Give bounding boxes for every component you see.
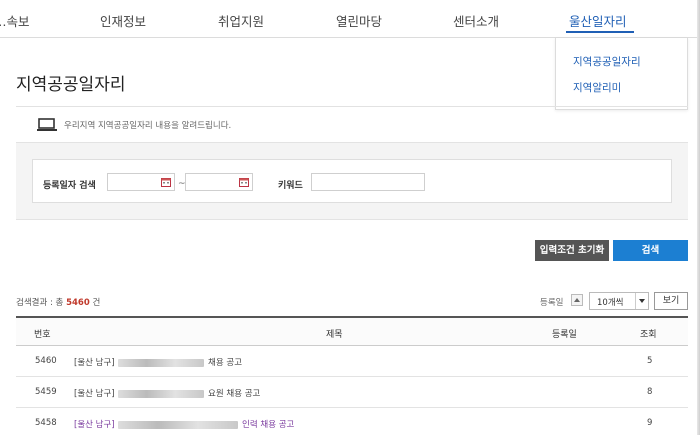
header-date: 등록일 <box>552 330 577 340</box>
row-title-link[interactable]: [울산 남구] 요원 채용 공고 <box>74 387 260 399</box>
row-views: 5 <box>647 356 653 366</box>
nav-item-talent-info[interactable]: 인재정보 <box>100 11 146 30</box>
calendar-icon[interactable] <box>161 177 171 187</box>
row-title-link[interactable]: [울산 남구] 채용 공고 <box>74 356 242 368</box>
info-text: 우리지역 지역공공일자리 내용을 알려드립니다. <box>64 121 232 131</box>
date-from-field[interactable] <box>107 173 175 195</box>
header-title: 제목 <box>326 330 343 340</box>
active-nav-underline <box>566 31 634 33</box>
nav-dropdown-menu: 지역공공일자리 지역알리미 <box>555 38 688 110</box>
row-title-link[interactable]: [울산 남구] 인력 채용 공고 <box>74 418 294 430</box>
date-to-field[interactable] <box>185 173 253 195</box>
table-row[interactable]: 5459 [울산 남구] 요원 채용 공고 8 <box>16 377 688 408</box>
view-button[interactable]: 보기 <box>654 292 688 310</box>
monitor-icon <box>37 118 57 131</box>
search-button[interactable]: 검색 <box>613 240 688 261</box>
sort-label: 등록일 <box>540 298 564 308</box>
nav-item-ulsan-jobs[interactable]: 울산일자리 <box>569 11 627 30</box>
search-panel: 등록일자 검색 ~ 키워드 <box>16 142 688 220</box>
per-page-select[interactable]: 10개씩 <box>589 292 649 310</box>
chevron-down-icon <box>639 299 645 303</box>
redacted-text <box>118 358 205 367</box>
nav-item-center-intro[interactable]: 센터소개 <box>453 11 499 30</box>
table-header: 번호 제목 등록일 조회 <box>16 316 688 346</box>
header-number: 번호 <box>34 330 51 340</box>
page-title: 지역공공일자리 <box>16 75 126 95</box>
title-divider <box>16 106 688 107</box>
date-search-label: 등록일자 검색 <box>43 181 96 191</box>
results-table: 번호 제목 등록일 조회 5460 [울산 남구] 채용 공고 5 5459 [… <box>16 316 688 435</box>
keyword-input[interactable] <box>312 179 424 195</box>
keyword-field[interactable] <box>311 173 425 195</box>
nav-item-job-support[interactable]: 취업지원 <box>218 11 264 30</box>
nav-item-news[interactable]: …속보 <box>0 11 30 30</box>
result-count-number: 5460 <box>66 298 90 308</box>
redacted-text <box>118 389 205 398</box>
result-count-prefix: 검색결과 : 총 <box>16 298 64 308</box>
calendar-icon[interactable] <box>239 177 249 187</box>
header-views: 조회 <box>640 330 657 340</box>
row-number: 5460 <box>35 356 57 366</box>
nav-item-open-forum[interactable]: 열린마당 <box>336 11 382 30</box>
top-navigation: …속보 인재정보 취업지원 열린마당 센터소개 울산일자리 <box>0 0 700 38</box>
search-form: 등록일자 검색 ~ 키워드 <box>32 159 672 203</box>
sort-asc-button[interactable] <box>571 294 583 306</box>
per-page-value: 10개씩 <box>597 298 624 308</box>
row-number: 5459 <box>35 387 57 397</box>
redacted-text <box>118 420 239 429</box>
dropdown-item-public-jobs[interactable]: 지역공공일자리 <box>573 54 641 69</box>
table-row[interactable]: 5458 [울산 남구] 인력 채용 공고 9 <box>16 408 688 435</box>
dropdown-item-local-notice[interactable]: 지역알리미 <box>573 80 621 95</box>
table-row[interactable]: 5460 [울산 남구] 채용 공고 5 <box>16 346 688 377</box>
keyword-label: 키워드 <box>278 181 303 191</box>
reset-conditions-button[interactable]: 입력조건 초기화 <box>535 240 609 261</box>
row-views: 8 <box>647 387 653 397</box>
result-count: 검색결과 : 총 5460 건 <box>16 296 100 308</box>
row-number: 5458 <box>35 418 57 428</box>
result-count-suffix: 건 <box>92 298 101 308</box>
row-views: 9 <box>647 418 653 428</box>
